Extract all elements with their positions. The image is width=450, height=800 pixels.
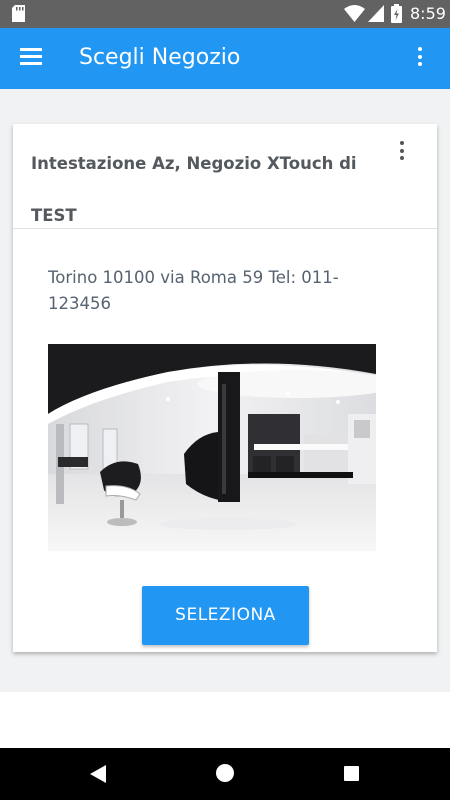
back-icon[interactable] <box>90 765 106 783</box>
app-bar: Scegli Negozio <box>0 28 450 89</box>
select-button[interactable]: SELEZIONA <box>142 586 309 645</box>
recents-icon[interactable] <box>344 766 359 781</box>
clock: 8:59 <box>410 4 446 23</box>
hamburger-menu-icon[interactable] <box>20 48 42 68</box>
signal-icon <box>368 5 384 22</box>
salon-interior-photo <box>48 344 376 551</box>
status-bar: 8:59 <box>0 0 450 28</box>
home-icon[interactable] <box>216 764 234 782</box>
store-card: Intestazione Az, Negozio XTouch di TEST … <box>13 124 437 652</box>
store-address: Torino 10100 via Roma 59 Tel: 011-123456 <box>48 268 339 313</box>
card-header: Intestazione Az, Negozio XTouch di TEST <box>13 124 437 229</box>
wifi-icon <box>344 5 365 22</box>
sd-card-icon <box>12 5 25 22</box>
system-nav-bar <box>0 748 450 800</box>
more-vert-icon[interactable] <box>412 47 428 71</box>
store-title: Intestazione Az, Negozio XTouch di TEST <box>31 154 357 225</box>
page-title: Scegli Negozio <box>79 45 241 70</box>
card-more-vert-icon[interactable] <box>395 141 409 163</box>
battery-charging-icon <box>391 4 402 23</box>
